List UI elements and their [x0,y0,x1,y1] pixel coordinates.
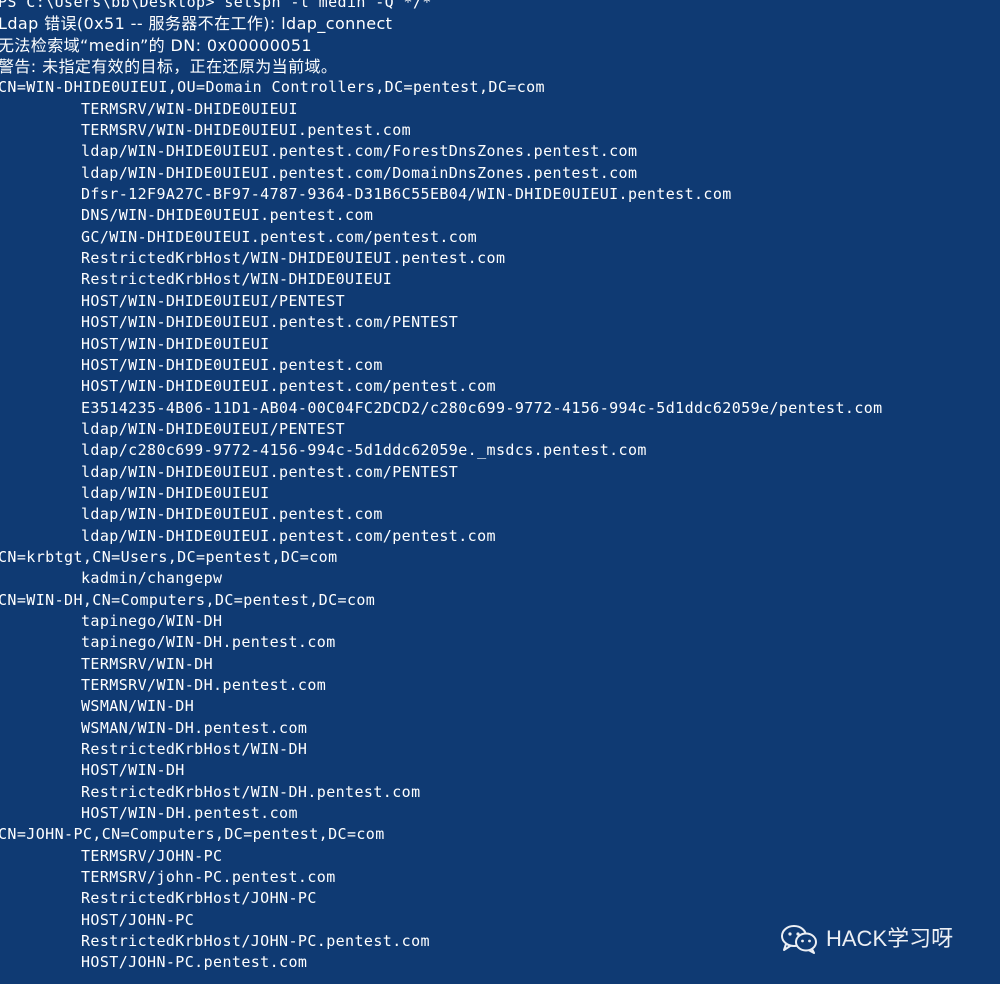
output-line: TERMSRV/WIN-DHIDE0UIEUI [81,99,298,118]
output-line: HOST/WIN-DH [81,761,185,780]
command-prompt-line: PS C:\Users\bb\Desktop> setspn -l medin … [0,0,432,11]
output-line: ldap/WIN-DHIDE0UIEUI/PENTEST [81,419,346,438]
output-line: GC/WIN-DHIDE0UIEUI.pentest.com/pentest.c… [81,227,478,246]
output-line: Ldap 错误(0x51 -- 服务器不在工作): ldap_connect [0,14,393,34]
output-line: 警告: 未指定有效的目标，正在还原为当前域。 [0,57,338,77]
output-line: HOST/JOHN-PC.pentest.com [81,953,308,972]
output-line: CN=WIN-DHIDE0UIEUI,OU=Domain Controllers… [0,78,545,97]
output-line: RestrictedKrbHost/WIN-DHIDE0UIEUI [81,270,393,289]
output-line: TERMSRV/JOHN-PC [81,846,223,865]
output-line: HOST/WIN-DHIDE0UIEUI.pentest.com/PENTEST [81,313,459,332]
output-line: kadmin/changepw [81,569,223,588]
output-line: ldap/WIN-DHIDE0UIEUI.pentest.com/ForestD… [81,142,638,161]
output-line: CN=WIN-DH,CN=Computers,DC=pentest,DC=com [0,590,376,609]
output-line: ldap/c280c699-9772-4156-994c-5d1ddc62059… [81,441,647,460]
output-line: HOST/WIN-DHIDE0UIEUI.pentest.com [81,355,383,374]
output-line: TERMSRV/john-PC.pentest.com [81,868,336,887]
output-line: WSMAN/WIN-DH.pentest.com [81,718,308,737]
output-line: RestrictedKrbHost/WIN-DH.pentest.com [81,782,421,801]
output-line: ldap/WIN-DHIDE0UIEUI [81,483,270,502]
output-line: ldap/WIN-DHIDE0UIEUI.pentest.com/DomainD… [81,163,638,182]
output-line: TERMSRV/WIN-DH [81,654,214,673]
output-line: tapinego/WIN-DH [81,611,223,630]
output-line: RestrictedKrbHost/WIN-DHIDE0UIEUI.pentes… [81,249,506,268]
output-line: RestrictedKrbHost/JOHN-PC [81,889,317,908]
watermark-text: HACK学习呀 [826,926,954,952]
watermark: HACK学习呀 [780,923,953,955]
terminal-window[interactable]: PS C:\Users\bb\Desktop> setspn -l medin … [0,0,1000,984]
output-line: TERMSRV/WIN-DHIDE0UIEUI.pentest.com [81,121,412,140]
output-line: HOST/WIN-DHIDE0UIEUI/PENTEST [81,291,346,310]
output-line: HOST/WIN-DHIDE0UIEUI [81,334,270,353]
output-line: ldap/WIN-DHIDE0UIEUI.pentest.com/pentest… [81,526,496,545]
output-line: DNS/WIN-DHIDE0UIEUI.pentest.com [81,206,374,225]
output-line: E3514235-4B06-11D1-AB04-00C04FC2DCD2/c28… [81,398,883,417]
output-line: HOST/WIN-DH.pentest.com [81,804,298,823]
output-line: RestrictedKrbHost/WIN-DH [81,740,308,759]
output-line: HOST/JOHN-PC [81,910,195,929]
output-line: HOST/WIN-DHIDE0UIEUI.pentest.com/pentest… [81,377,496,396]
output-line: TERMSRV/WIN-DH.pentest.com [81,676,327,694]
output-line: CN=JOHN-PC,CN=Computers,DC=pentest,DC=co… [0,825,385,844]
output-line: Dfsr-12F9A27C-BF97-4787-9364-D31B6C55EB0… [81,185,732,204]
output-line: WSMAN/WIN-DH [81,697,195,716]
terminal-output: PS C:\Users\bb\Desktop> setspn -l medin … [0,0,883,974]
output-line: tapinego/WIN-DH.pentest.com [81,633,336,652]
output-line: RestrictedKrbHost/JOHN-PC.pentest.com [81,932,430,951]
output-line: 无法检索域“medin”的 DN: 0x00000051 [0,35,313,55]
output-line: ldap/WIN-DHIDE0UIEUI.pentest.com/PENTEST [81,462,459,481]
output-line: ldap/WIN-DHIDE0UIEUI.pentest.com [81,505,383,524]
wechat-icon [781,925,817,954]
output-line: CN=krbtgt,CN=Users,DC=pentest,DC=com [0,547,338,566]
